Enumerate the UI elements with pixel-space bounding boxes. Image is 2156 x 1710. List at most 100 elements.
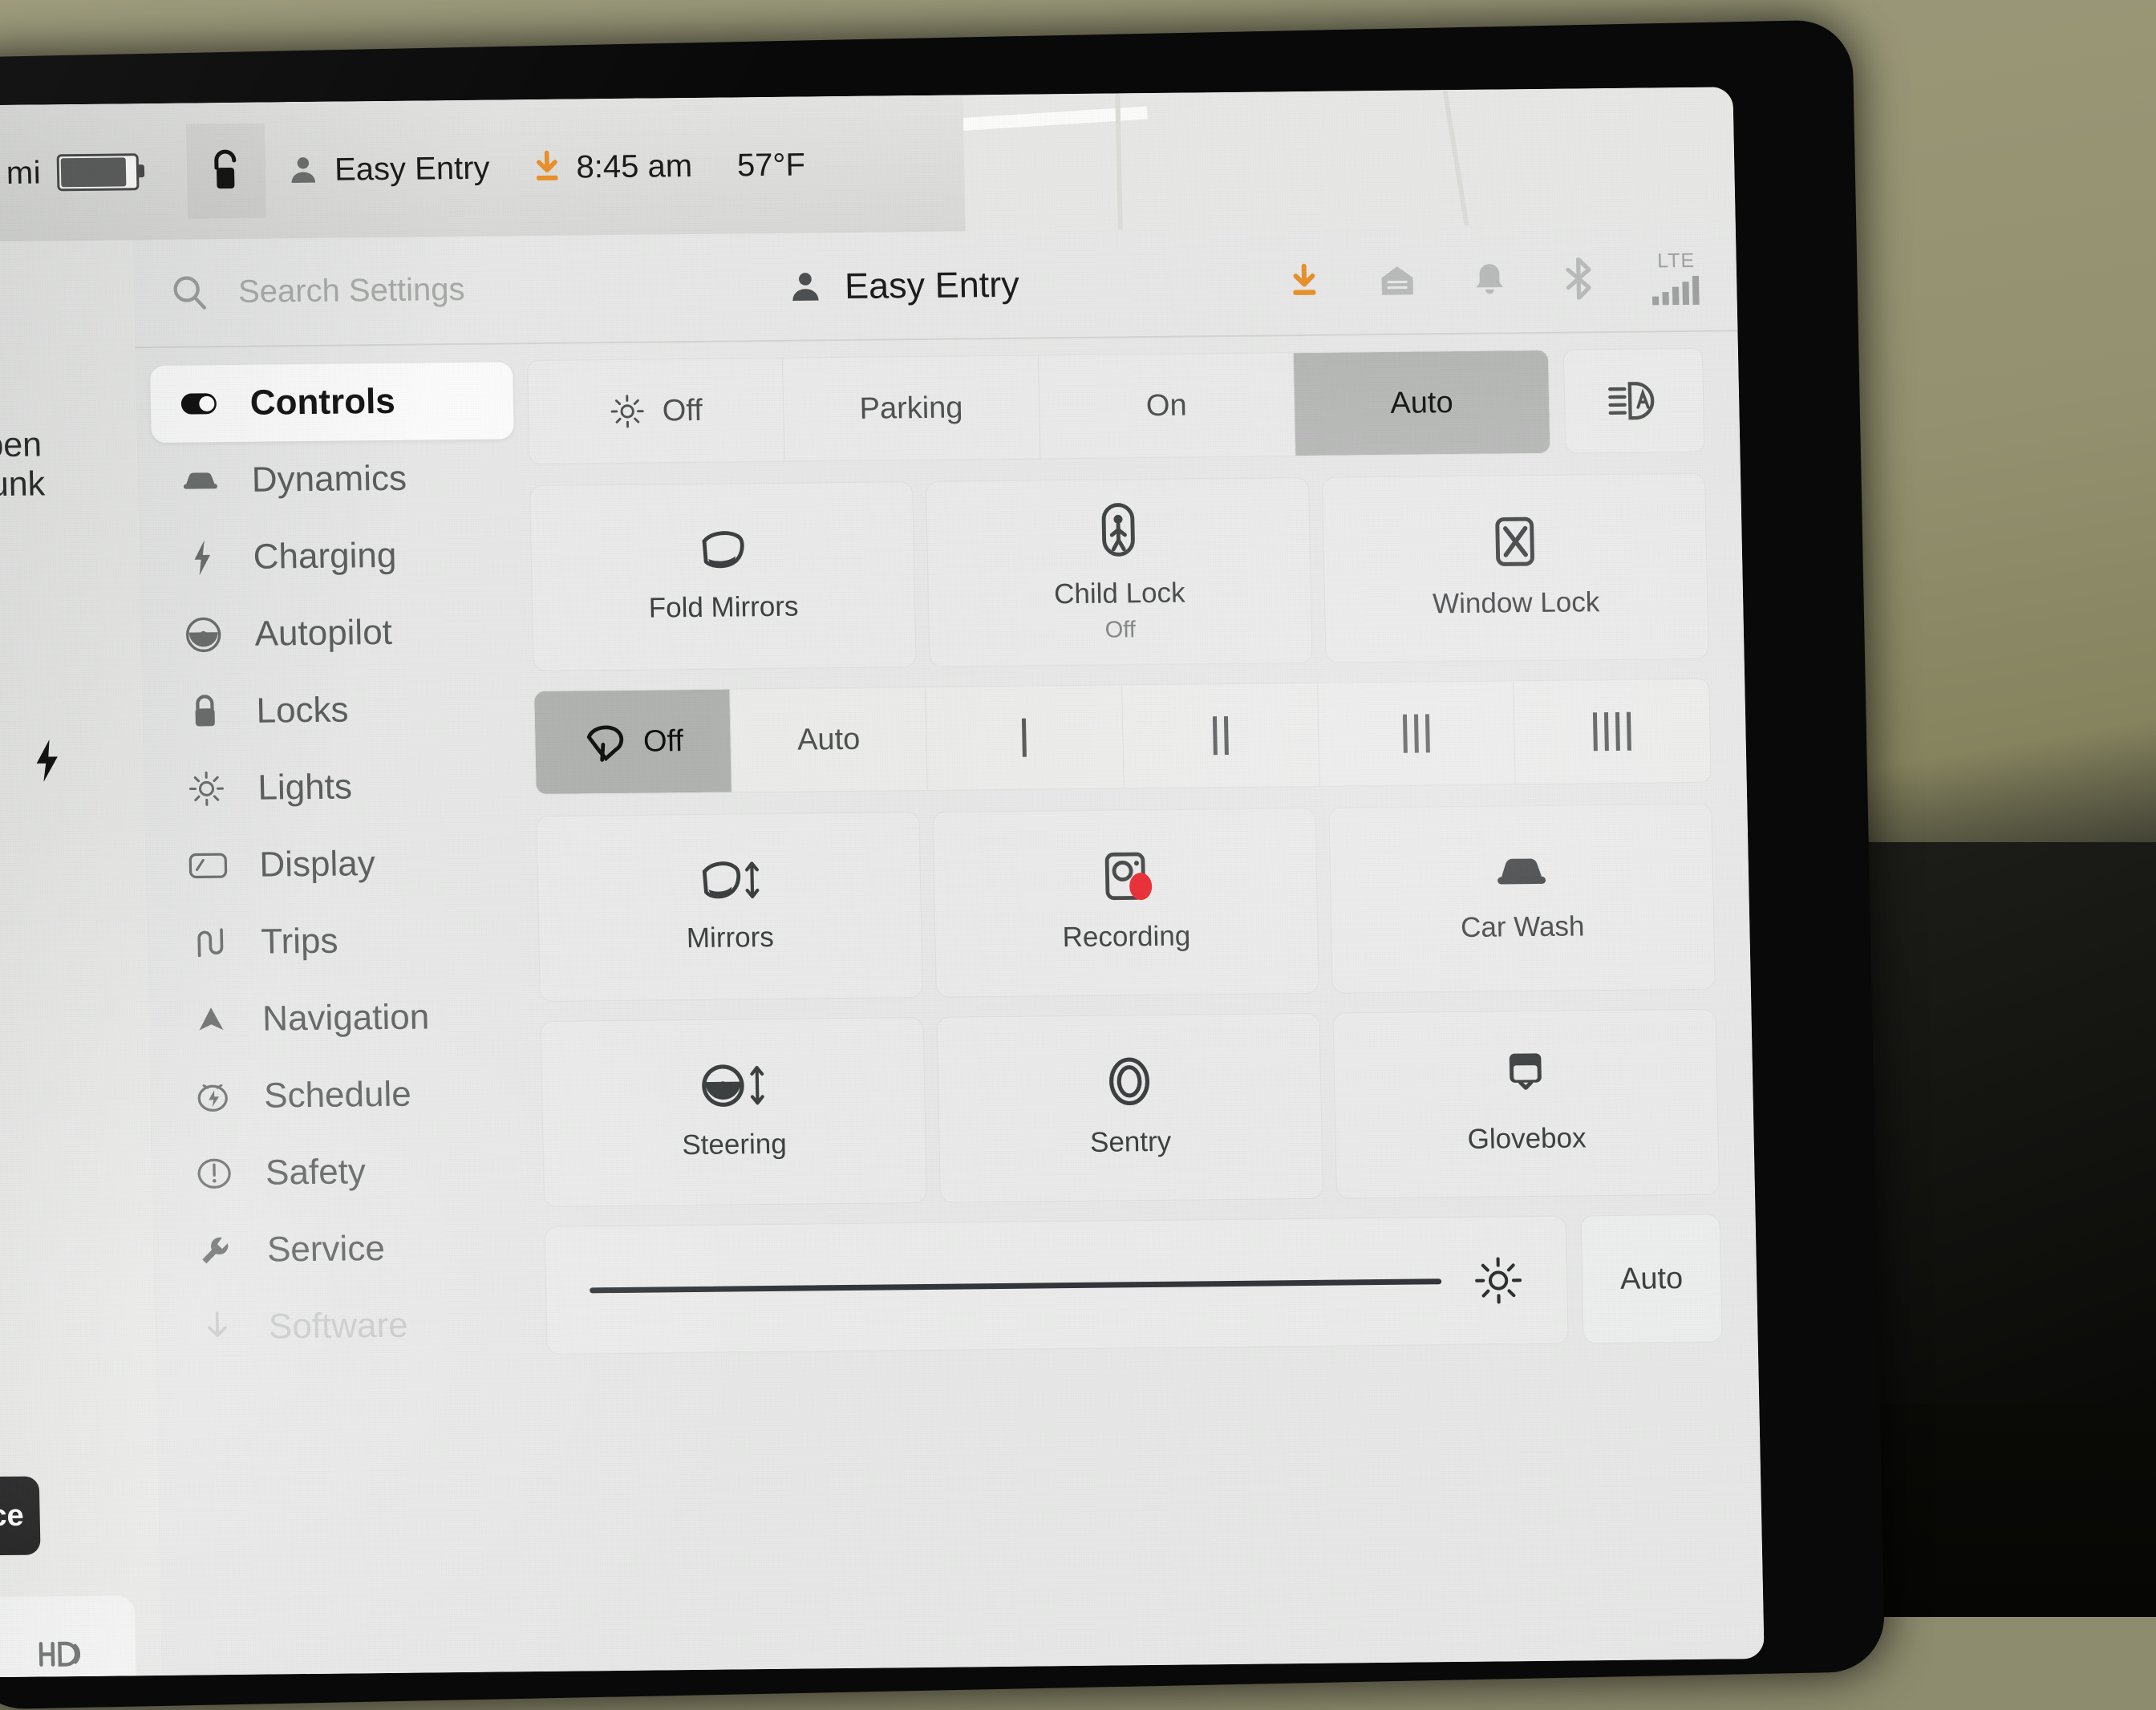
wiper-speed-3-icon (1402, 714, 1430, 753)
sidebar-label: Controls (249, 381, 396, 423)
sentry-label: Sentry (1089, 1125, 1172, 1158)
headlights-option-on[interactable]: On (1038, 353, 1296, 459)
sidebar-label: Display (258, 844, 376, 885)
sidebar-label: Navigation (261, 997, 430, 1039)
steering-adjust-icon (699, 1061, 767, 1110)
settings-sidebar[interactable]: Controls Dynamics Charging Autopilot Loc… (135, 344, 538, 1676)
brightness-sun-icon (1475, 1257, 1522, 1304)
headlights-label-parking: Parking (859, 390, 963, 426)
sidebar-item-software[interactable]: Software (168, 1286, 533, 1367)
wipers-option-off[interactable]: Off (534, 689, 732, 795)
sidebar-item-service[interactable]: Service (167, 1209, 531, 1290)
sentry-tile[interactable]: Sentry (936, 1012, 1324, 1203)
search-input[interactable]: Search Settings (169, 267, 748, 314)
sidebar-item-controls[interactable]: Controls (149, 362, 514, 444)
brightness-auto-button[interactable]: Auto (1580, 1214, 1723, 1344)
fold-mirrors-tile[interactable]: Fold Mirrors (529, 481, 917, 672)
tesla-touchscreen[interactable]: 225 mi Easy Entry 8:45 am 57°F (0, 87, 1765, 1678)
headlights-label-on: On (1145, 388, 1188, 423)
steering-sentry-glovebox-tiles: Steering Sentry Glovebox (540, 1008, 1720, 1207)
mirrors-locks-tiles: Fold Mirrors Child Lock Off Window Lock (529, 472, 1709, 672)
car-wash-tile[interactable]: Car Wash (1328, 803, 1716, 994)
alert-circle-icon (195, 1154, 234, 1193)
wipers-label-auto: Auto (796, 722, 861, 757)
dashcam-record-icon (1101, 850, 1153, 902)
winding-road-icon (190, 923, 229, 962)
sidebar-item-navigation[interactable]: Navigation (162, 978, 526, 1059)
search-icon (173, 275, 206, 310)
mirrors-label: Mirrors (686, 922, 775, 954)
person-icon (291, 157, 316, 183)
brightness-slider[interactable] (544, 1215, 1569, 1355)
door-lock-button[interactable] (185, 123, 267, 219)
sidebar-item-schedule[interactable]: Schedule (164, 1055, 528, 1136)
wipers-option-2[interactable] (1121, 683, 1320, 788)
window-lock-label: Window Lock (1432, 586, 1600, 620)
software-download-icon[interactable] (1287, 261, 1322, 300)
glovebox-tile[interactable]: Glovebox (1332, 1008, 1720, 1199)
headlights-segmented-control[interactable]: Off Parking On Auto (526, 349, 1551, 465)
download-arrow-icon (198, 1308, 237, 1347)
brightness-track[interactable] (590, 1278, 1442, 1293)
sidebar-item-autopilot[interactable]: Autopilot (155, 593, 519, 674)
window-lock-tile[interactable]: Window Lock (1321, 472, 1709, 663)
sidebar-label: Trips (260, 921, 338, 962)
headlights-option-parking[interactable]: Parking (783, 355, 1040, 461)
child-lock-label: Child Lock (1053, 577, 1185, 610)
sidebar-item-display[interactable]: Display (159, 824, 523, 905)
headlight-sun-icon (610, 395, 644, 428)
bluetooth-icon[interactable] (1563, 257, 1595, 300)
open-trunk-line2: Trunk (0, 464, 46, 505)
sidebar-item-trips[interactable]: Trips (160, 901, 525, 982)
side-mirror-icon (696, 527, 748, 573)
sidebar-label: Service (266, 1229, 386, 1270)
headlights-option-auto[interactable]: Auto (1293, 350, 1550, 456)
sidebar-item-safety[interactable]: Safety (165, 1132, 529, 1213)
toggle-switch-icon (179, 384, 218, 423)
wipers-segmented-control[interactable]: Off Auto (533, 678, 1712, 796)
wipers-option-3[interactable] (1317, 681, 1516, 786)
wipers-option-4[interactable] (1514, 679, 1711, 784)
sidebar-label: Software (268, 1305, 409, 1347)
unlocked-padlock-icon (214, 149, 237, 189)
lightning-bolt-icon (182, 538, 221, 577)
hd-radio-icon[interactable] (36, 1636, 87, 1672)
header-profile-name: Easy Entry (844, 263, 1020, 306)
balance-toast[interactable]: balance (0, 1476, 41, 1557)
notification-bell-icon[interactable] (1473, 261, 1506, 298)
steering-wheel-icon (184, 615, 223, 654)
sidebar-item-charging[interactable]: Charging (153, 516, 517, 597)
child-lock-tile[interactable]: Child Lock Off (925, 476, 1313, 667)
range-readout: 225 mi (0, 155, 42, 191)
wipers-label-off: Off (642, 723, 684, 759)
car-render-image[interactable] (0, 699, 26, 973)
sidebar-label: Schedule (263, 1074, 412, 1116)
headlights-option-off[interactable]: Off (527, 358, 785, 464)
padlock-icon (185, 692, 225, 731)
brightness-row: Auto (544, 1214, 1723, 1355)
wipers-option-1[interactable] (926, 685, 1125, 790)
recording-label: Recording (1062, 920, 1191, 954)
sidebar-item-lights[interactable]: Lights (158, 747, 522, 828)
sidebar-item-dynamics[interactable]: Dynamics (152, 439, 516, 520)
mirrors-tile[interactable]: Mirrors (536, 812, 923, 1003)
lightning-bolt-icon (36, 740, 58, 782)
settings-panel[interactable]: Search Settings Easy Entry LTE Controls … (132, 223, 1765, 1676)
steering-tile[interactable]: Steering (540, 1016, 928, 1207)
background-seat (1837, 842, 2156, 1404)
software-update-indicator[interactable]: 8:45 am (510, 148, 713, 186)
auto-high-beam-icon (1608, 382, 1655, 420)
lte-signal-icon[interactable]: LTE (1651, 249, 1701, 306)
sidebar-label: Lights (257, 767, 353, 808)
garage-door-icon[interactable] (1379, 262, 1416, 298)
header-profile-button[interactable]: Easy Entry (787, 263, 1020, 307)
child-lock-status: Off (1104, 617, 1137, 643)
sun-lights-icon (187, 769, 226, 808)
auto-high-beam-button[interactable] (1562, 347, 1705, 454)
driver-profile-button[interactable]: Easy Entry (265, 150, 511, 188)
wipers-option-auto[interactable]: Auto (730, 687, 929, 792)
sidebar-item-locks[interactable]: Locks (156, 670, 521, 751)
clock-readout: 8:45 am (576, 148, 693, 185)
recording-tile[interactable]: Recording (932, 807, 1319, 998)
open-trunk-label[interactable]: Open Trunk (0, 425, 46, 505)
